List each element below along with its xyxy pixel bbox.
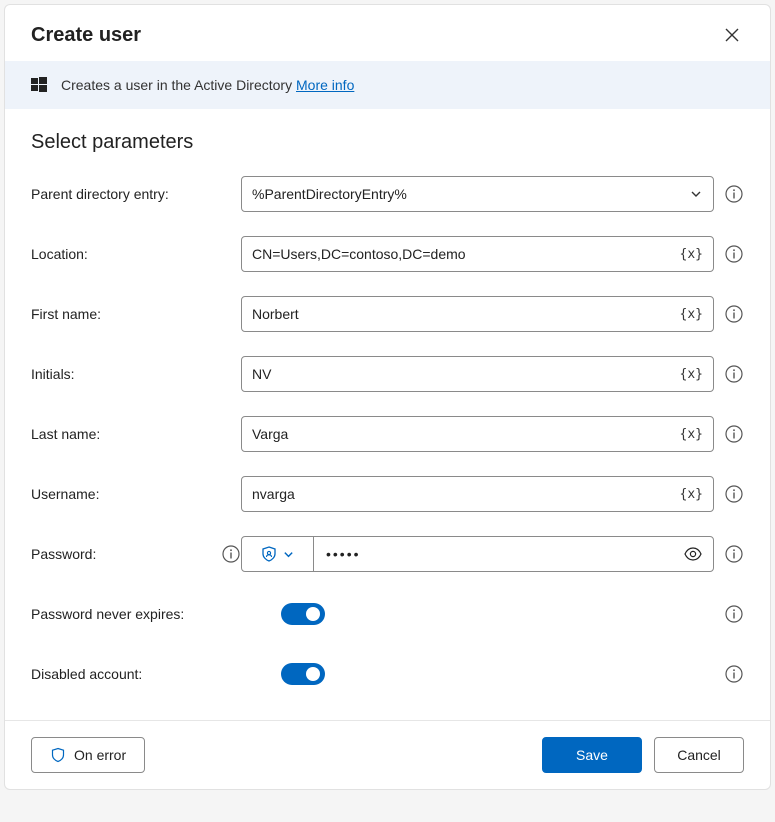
row-password-never-expires: Password never expires: — [31, 596, 744, 632]
row-location: Location: CN=Users,DC=contoso,DC=demo {x… — [31, 236, 744, 272]
on-error-button[interactable]: On error — [31, 737, 145, 773]
info-icon[interactable] — [724, 244, 744, 264]
label-initials: Initials: — [31, 366, 241, 382]
close-button[interactable] — [720, 23, 744, 47]
label-location: Location: — [31, 246, 241, 262]
row-parent-directory-entry: Parent directory entry: %ParentDirectory… — [31, 176, 744, 212]
variable-token-icon[interactable]: {x} — [680, 427, 703, 442]
row-password: Password: ••••• — [31, 536, 744, 572]
row-last-name: Last name: Varga {x} — [31, 416, 744, 452]
more-info-link[interactable]: More info — [296, 77, 354, 93]
section-title: Select parameters — [31, 131, 744, 154]
info-icon[interactable] — [724, 184, 744, 204]
last-name-value: Varga — [252, 426, 672, 442]
label-first-name: First name: — [31, 306, 241, 322]
initials-value: NV — [252, 366, 672, 382]
row-initials: Initials: NV {x} — [31, 356, 744, 392]
info-banner: Creates a user in the Active Directory M… — [5, 61, 770, 109]
first-name-input[interactable]: Norbert {x} — [241, 296, 714, 332]
last-name-input[interactable]: Varga {x} — [241, 416, 714, 452]
dialog-footer: On error Save Cancel — [5, 720, 770, 789]
password-type-selector[interactable] — [242, 537, 314, 571]
chevron-down-icon — [689, 187, 703, 201]
disabled-account-toggle[interactable] — [281, 663, 325, 685]
info-icon[interactable] — [724, 664, 744, 684]
chevron-down-icon — [283, 549, 294, 560]
shield-outline-icon — [50, 747, 66, 763]
parent-directory-entry-value: %ParentDirectoryEntry% — [252, 186, 689, 202]
save-button[interactable]: Save — [542, 737, 642, 773]
parent-directory-entry-dropdown[interactable]: %ParentDirectoryEntry% — [241, 176, 714, 212]
info-icon[interactable] — [724, 544, 744, 564]
info-icon[interactable] — [724, 604, 744, 624]
label-username: Username: — [31, 486, 241, 502]
shield-icon — [261, 546, 277, 562]
variable-token-icon[interactable]: {x} — [680, 367, 703, 382]
variable-token-icon[interactable]: {x} — [680, 307, 703, 322]
create-user-dialog: Create user Creates a user in the Active… — [4, 4, 771, 790]
row-username: Username: nvarga {x} — [31, 476, 744, 512]
info-icon[interactable] — [724, 484, 744, 504]
location-value: CN=Users,DC=contoso,DC=demo — [252, 246, 672, 262]
info-icon[interactable] — [724, 364, 744, 384]
password-value: ••••• — [314, 537, 673, 571]
label-password-never-expires: Password never expires: — [31, 606, 281, 622]
initials-input[interactable]: NV {x} — [241, 356, 714, 392]
cancel-button[interactable]: Cancel — [654, 737, 744, 773]
label-password: Password: — [31, 544, 241, 564]
first-name-value: Norbert — [252, 306, 672, 322]
location-input[interactable]: CN=Users,DC=contoso,DC=demo {x} — [241, 236, 714, 272]
info-icon[interactable] — [221, 544, 241, 564]
row-first-name: First name: Norbert {x} — [31, 296, 744, 332]
dialog-title: Create user — [31, 24, 141, 47]
windows-icon — [31, 77, 47, 93]
username-value: nvarga — [252, 486, 672, 502]
username-input[interactable]: nvarga {x} — [241, 476, 714, 512]
label-last-name: Last name: — [31, 426, 241, 442]
info-icon[interactable] — [724, 424, 744, 444]
variable-token-icon[interactable]: {x} — [680, 487, 703, 502]
info-icon[interactable] — [724, 304, 744, 324]
close-icon — [725, 28, 739, 42]
eye-icon — [683, 544, 703, 564]
password-never-expires-toggle[interactable] — [281, 603, 325, 625]
reveal-password-button[interactable] — [673, 537, 713, 571]
dialog-header: Create user — [5, 5, 770, 61]
variable-token-icon[interactable]: {x} — [680, 247, 703, 262]
banner-text: Creates a user in the Active Directory M… — [61, 77, 354, 93]
label-parent-directory-entry: Parent directory entry: — [31, 186, 241, 202]
dialog-content: Select parameters Parent directory entry… — [5, 109, 770, 720]
row-disabled-account: Disabled account: — [31, 656, 744, 692]
label-disabled-account: Disabled account: — [31, 666, 281, 682]
password-input[interactable]: ••••• — [241, 536, 714, 572]
